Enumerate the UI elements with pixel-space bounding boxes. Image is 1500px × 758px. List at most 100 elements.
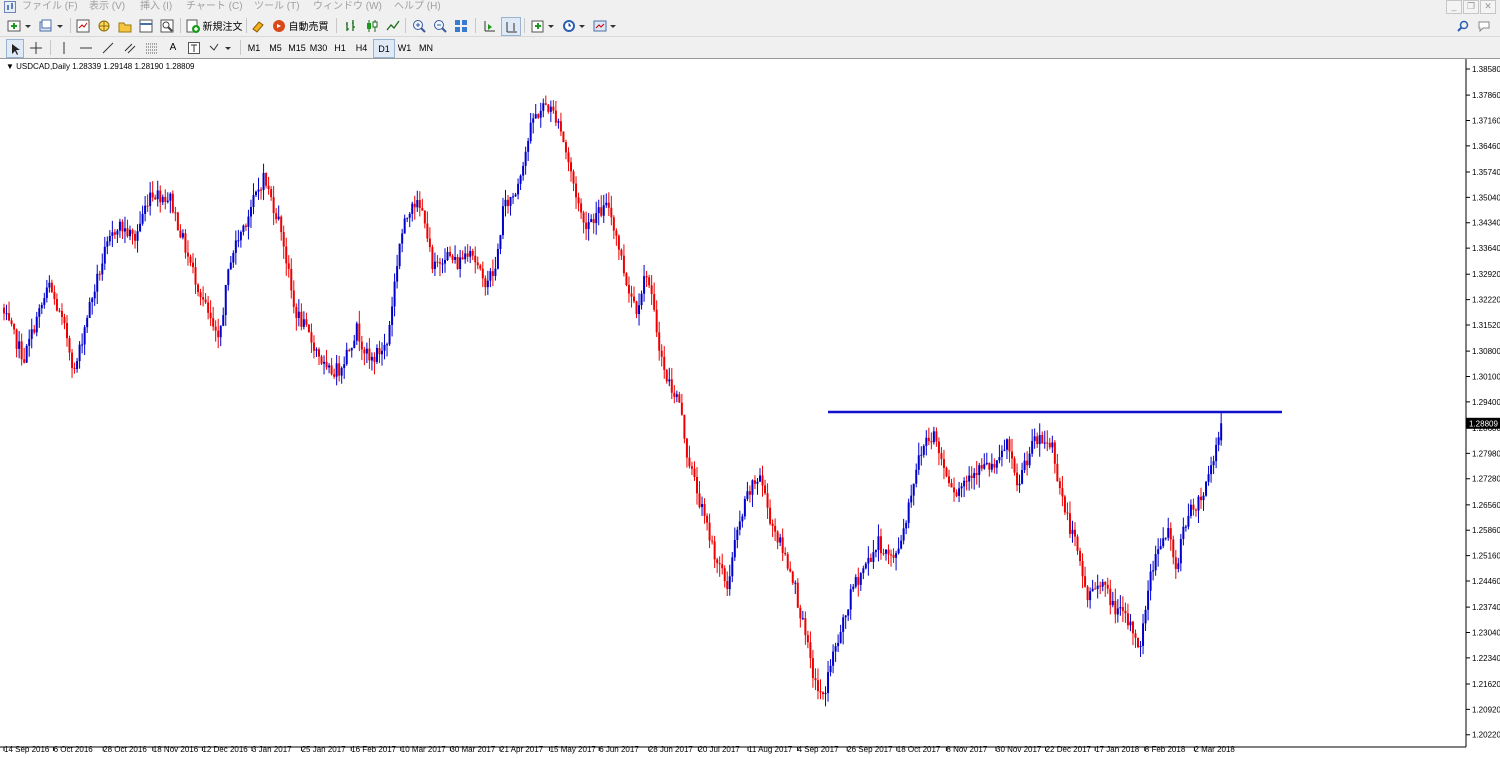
new-order-button[interactable]: 新規注文 — [185, 17, 243, 34]
price-chart[interactable]: 1.38580 1.37860 1.37160 1.36460 1.35740 1.350… — [0, 59, 1500, 758]
candle — [685, 438, 688, 468]
timeframe-d1[interactable]: D1 — [373, 39, 395, 58]
price-tick-label: 1.34340 — [1472, 219, 1500, 228]
candle — [612, 215, 615, 240]
candle — [275, 208, 278, 224]
auto-trading-button[interactable]: 自動売買 — [270, 17, 330, 34]
vertical-line-tool[interactable] — [56, 39, 72, 56]
candle — [590, 214, 593, 223]
time-tick-label: 10 Mar 2017 — [401, 745, 446, 754]
terminal-button[interactable] — [137, 17, 155, 34]
line-chart-button[interactable] — [384, 17, 402, 34]
candle — [174, 206, 177, 222]
market-watch-button[interactable] — [74, 17, 92, 34]
timeframe-h4[interactable]: H4 — [352, 39, 372, 56]
candle — [68, 335, 71, 361]
templates-button[interactable] — [592, 17, 620, 34]
candle — [1046, 430, 1049, 452]
candle — [10, 317, 13, 327]
indicators-icon — [531, 20, 554, 32]
timeframe-h1[interactable]: H1 — [330, 39, 350, 56]
menu-insert[interactable]: 挿入 (I) — [140, 0, 172, 14]
candle — [1094, 582, 1097, 590]
chat-button[interactable] — [1476, 17, 1494, 34]
zoom-out-button[interactable] — [431, 17, 449, 34]
chart-shift-button[interactable] — [501, 17, 521, 36]
bar-chart-button[interactable] — [342, 17, 360, 34]
candle — [1058, 477, 1061, 495]
zoom-in-button[interactable] — [410, 17, 428, 34]
candle — [930, 432, 933, 450]
metaeditor-button[interactable] — [250, 17, 266, 34]
tile-windows-button[interactable] — [452, 17, 470, 34]
candle — [285, 237, 288, 276]
candle — [940, 447, 943, 466]
price-tick-label: 1.21620 — [1472, 680, 1500, 689]
menu-tools[interactable]: ツール (T) — [254, 0, 300, 14]
crosshair-tool[interactable] — [28, 39, 44, 56]
indicators-button[interactable] — [530, 17, 558, 34]
candle — [885, 549, 887, 561]
candle — [1005, 438, 1008, 460]
candle — [121, 219, 124, 240]
candle — [106, 236, 109, 255]
periods-button[interactable] — [561, 17, 589, 34]
candle — [55, 293, 58, 312]
candle — [40, 302, 43, 315]
strategy-tester-button[interactable] — [158, 17, 176, 34]
timeframe-m5[interactable]: M5 — [266, 39, 286, 56]
close-icon[interactable]: ✕ — [1480, 0, 1496, 14]
menu-help[interactable]: ヘルプ (H) — [394, 0, 441, 14]
restore-icon[interactable]: ❐ — [1463, 0, 1479, 14]
candlestick-button[interactable] — [363, 17, 381, 34]
candle — [859, 572, 862, 591]
trendline-tool[interactable] — [100, 39, 116, 56]
timeframe-m1[interactable]: M1 — [244, 39, 264, 56]
candle — [58, 308, 61, 313]
menu-file[interactable]: ファイル (F) — [22, 0, 78, 14]
new-chart-button[interactable] — [6, 17, 34, 34]
candle — [696, 467, 698, 505]
candle — [433, 252, 436, 277]
auto-scroll-button[interactable] — [480, 17, 498, 34]
minimize-icon[interactable]: _ — [1446, 0, 1462, 14]
chart-window[interactable]: 1.38580 1.37860 1.37160 1.36460 1.35740 1.350… — [0, 58, 1500, 758]
price-tick-label: 1.37860 — [1472, 91, 1500, 100]
timeframe-w1[interactable]: W1 — [395, 39, 415, 56]
arrows-tool[interactable] — [208, 39, 234, 56]
candle — [890, 549, 893, 567]
horizontal-line-tool[interactable] — [78, 39, 94, 56]
time-tick-label: 16 Feb 2017 — [351, 745, 396, 754]
candle — [1114, 588, 1117, 624]
candle — [759, 468, 761, 483]
timeframe-m15[interactable]: M15 — [287, 39, 307, 56]
candle — [827, 660, 830, 702]
profiles-button[interactable] — [38, 17, 66, 34]
data-window-button[interactable] — [116, 17, 134, 34]
candle — [295, 303, 298, 331]
candle — [895, 550, 898, 571]
chart-menu-triangle-icon[interactable]: ▼ — [6, 62, 14, 71]
candle — [444, 248, 446, 273]
candle — [801, 610, 804, 621]
channel-tool[interactable] — [122, 39, 138, 56]
fibonacci-tool[interactable] — [144, 39, 160, 56]
menu-chart[interactable]: チャート (C) — [186, 0, 243, 14]
candle — [542, 98, 545, 118]
candle — [1152, 560, 1155, 581]
candle — [249, 199, 252, 229]
search-button[interactable] — [1455, 17, 1471, 34]
text-label-tool[interactable] — [186, 39, 202, 56]
menu-view[interactable]: 表示 (V) — [89, 0, 125, 14]
text-tool[interactable]: A — [166, 39, 180, 56]
candle — [1016, 463, 1019, 492]
navigator-button[interactable] — [95, 17, 113, 34]
timeframe-mn[interactable]: MN — [416, 39, 436, 56]
time-tick-label: 20 Jul 2017 — [698, 745, 740, 754]
timeframe-m30[interactable]: M30 — [309, 39, 329, 56]
cursor-tool[interactable] — [6, 39, 24, 58]
menu-window[interactable]: ウィンドウ (W) — [313, 0, 382, 14]
candle — [1205, 480, 1208, 497]
candle — [355, 321, 358, 345]
candle — [1187, 503, 1190, 530]
